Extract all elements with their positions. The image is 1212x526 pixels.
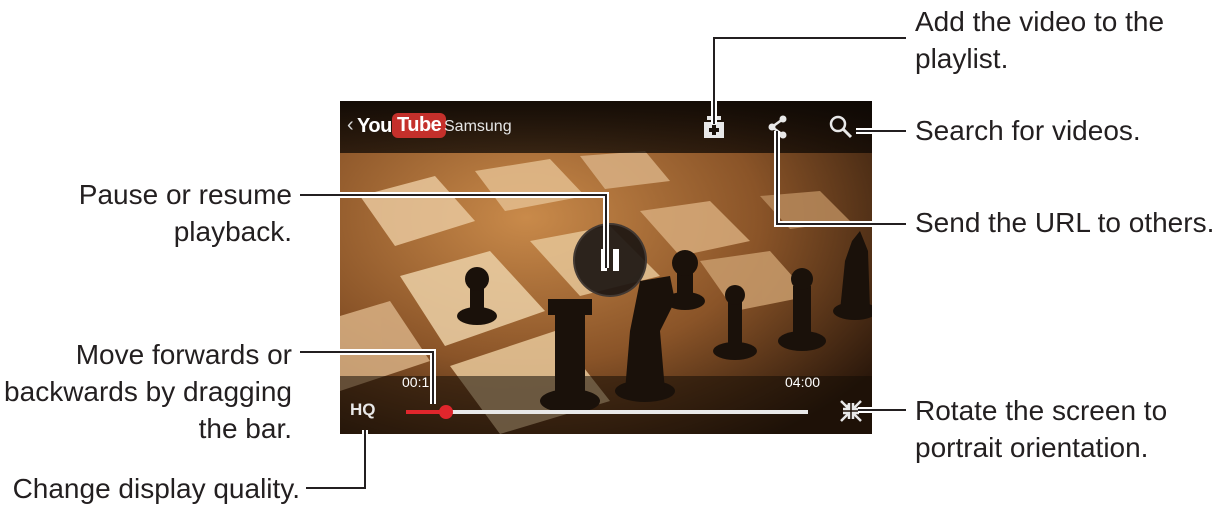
fullscreen-exit-icon[interactable]: [839, 399, 863, 423]
callout-line: Add the video to the: [915, 6, 1165, 37]
youtube-logo-tube: Tube: [392, 113, 447, 138]
search-icon[interactable]: [827, 113, 855, 141]
callout-move: Move forwards or backwards by dragging t…: [0, 336, 292, 447]
back-chevron-icon[interactable]: ‹: [347, 114, 354, 137]
callout-send-url: Send the URL to others.: [915, 207, 1212, 238]
video-player[interactable]: ‹ You Tube Samsung 00:1 04:00 HQ: [340, 101, 872, 434]
seek-thumb[interactable]: [439, 405, 453, 419]
callout-pause-resume: Pause or resume playback.: [60, 176, 292, 250]
channel-name[interactable]: Samsung: [444, 118, 512, 136]
callout-quality: Change display quality.: [12, 473, 300, 504]
quality-button[interactable]: HQ: [350, 400, 376, 420]
callout-rotate: Rotate the screen to portrait orientatio…: [915, 392, 1167, 466]
callout-add-playlist: Add the video to the playlist.: [915, 3, 1164, 77]
current-time: 00:1: [402, 374, 430, 390]
duration: 04:00: [785, 374, 821, 390]
callout-line: backwards by dragging: [4, 376, 292, 407]
callout-line: Pause or resume: [78, 179, 292, 210]
seek-bar[interactable]: [406, 410, 808, 414]
callout-search: Search for videos.: [915, 115, 1141, 146]
callout-line: playback.: [173, 216, 292, 247]
pause-icon: [601, 249, 619, 271]
pause-button[interactable]: [573, 223, 647, 297]
add-to-playlist-icon[interactable]: [700, 113, 728, 141]
callout-line: the bar.: [198, 413, 292, 444]
callout-line: Rotate the screen to: [915, 395, 1168, 426]
share-icon[interactable]: [764, 113, 792, 141]
callout-line: Move forwards or: [75, 339, 292, 370]
callout-line: portrait orientation.: [915, 432, 1149, 463]
callout-line: playlist.: [915, 43, 1009, 74]
youtube-logo-you: You: [357, 115, 392, 137]
